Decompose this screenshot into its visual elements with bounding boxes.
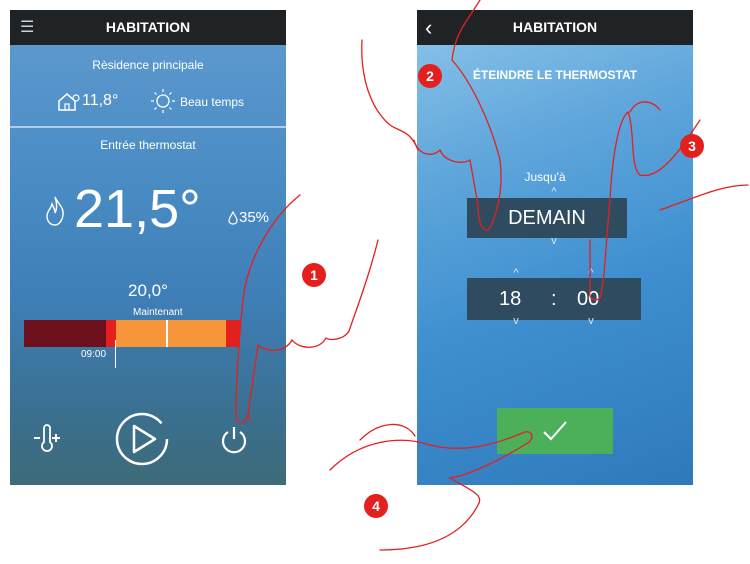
menu-icon[interactable]: ☰: [20, 10, 34, 45]
drop-icon: [228, 211, 238, 225]
until-label: Jusqu'à: [524, 170, 566, 184]
callout-1: 1: [302, 263, 326, 287]
callout-2: 2: [418, 64, 442, 88]
screen-heading: ÉTEINDRE LE THERMOSTAT: [472, 68, 638, 82]
day-selector[interactable]: DEMAIN: [467, 198, 627, 238]
power-icon[interactable]: [218, 424, 250, 456]
check-icon: [543, 421, 567, 441]
top-bar: ☰ HABITATION: [10, 10, 286, 45]
time-selector[interactable]: 18 : 00: [467, 278, 641, 320]
humidity-value: 35%: [239, 209, 270, 226]
minute-value[interactable]: 00: [577, 278, 599, 320]
now-marker: [166, 320, 168, 347]
right-phone-screen: ‹ HABITATION ÉTEINDRE LE THERMOSTAT Jusq…: [417, 10, 693, 485]
callout-3: 3: [680, 134, 704, 158]
time-tick: [115, 340, 116, 368]
sun-icon: [151, 89, 175, 113]
day-value: DEMAIN: [508, 207, 586, 229]
schedule-bar-low: [24, 320, 106, 347]
schedule-bar-comfort: [116, 320, 226, 347]
confirm-button[interactable]: [497, 408, 613, 454]
home-name: Rèsidence principale: [92, 58, 204, 72]
hour-value[interactable]: 18: [499, 278, 521, 320]
left-phone-screen: ☰ HABITATION Rèsidence principale 11,8° …: [10, 10, 286, 485]
schedule-bar-end: [226, 320, 240, 347]
top-bar: ‹ HABITATION: [417, 10, 693, 45]
flame-icon: [46, 196, 64, 226]
callout-4: 4: [364, 494, 388, 518]
app-title: HABITATION: [512, 19, 598, 35]
time-marker: 09:00: [81, 349, 107, 360]
outdoor-temperature: 11,8°: [82, 92, 119, 109]
hour-up-icon[interactable]: ^: [506, 267, 526, 279]
day-up-icon[interactable]: ^: [544, 186, 564, 198]
play-icon[interactable]: [114, 411, 170, 467]
hour-down-icon[interactable]: v: [506, 315, 526, 327]
day-down-icon[interactable]: v: [544, 235, 564, 247]
minute-down-icon[interactable]: v: [581, 315, 601, 327]
divider: [10, 126, 286, 128]
thermometer-plus-icon[interactable]: [32, 424, 62, 456]
time-separator: :: [551, 288, 557, 310]
current-temperature: 21,5°: [74, 179, 201, 239]
thermostat-name: Entrée thermostat: [100, 138, 196, 152]
app-title: HABITATION: [105, 19, 191, 35]
house-sensor-icon: [58, 93, 80, 111]
back-chevron-icon[interactable]: ‹: [425, 10, 432, 45]
weather-label: Beau temps: [180, 95, 245, 109]
setpoint-value: 20,0°: [128, 281, 168, 300]
mode-label: Maintenant: [133, 307, 183, 318]
minute-up-icon[interactable]: ^: [581, 267, 601, 279]
